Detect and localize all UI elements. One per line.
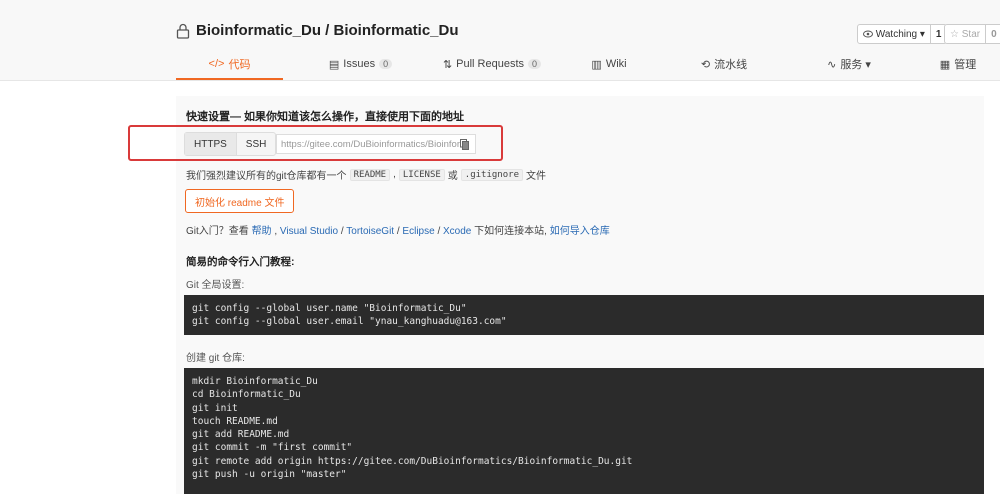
tab-pipeline[interactable]: ⟲ 流水线 [674,50,774,78]
intro-middle: 下如何连接本站, [474,226,547,237]
create-repo-label: 创建 git 仓库: [186,353,245,364]
star-label: Star [961,28,981,40]
tab-wiki-label: Wiki [605,58,627,70]
recommend-sep2: 或 [447,171,458,182]
url-highlight-box [128,125,503,161]
watch-label: Watching ▾ [875,28,925,40]
repo-header: Bioinformatic_Du / Bioinformatic_Du Watc… [0,0,1000,81]
tab-code-label: 代码 [228,59,251,71]
cli-tutorial-title: 简易的命令行入门教程: [186,256,295,268]
intro-slash-2: / [396,226,400,237]
repo-title-text[interactable]: Bioinformatic_Du / Bioinformatic_Du [196,22,459,39]
intro-prefix: Git入门？查看 [186,226,249,237]
tab-service-label: 服务 ▾ [840,59,871,71]
help-link[interactable]: 帮助 [252,226,272,237]
issues-icon: ▤ [328,58,340,71]
import-repo-link[interactable]: 如何导入仓库 [550,226,610,237]
global-settings-code: git config --global user.name "Bioinform… [184,295,984,335]
lock-icon [176,23,190,39]
eye-icon: Watching ▾ [858,25,930,43]
tab-wiki[interactable]: ▥ Wiki [564,50,654,78]
create-repo-code: mkdir Bioinformatic_Du cd Bioinformatic_… [184,368,984,494]
wiki-icon: ▥ [591,58,602,71]
global-settings-label: Git 全局设置: [186,280,245,291]
intro-slash-3: / [437,226,441,237]
recommend-prefix: 我们强烈建议所有的git仓库都有一个 [186,171,347,182]
service-icon: ∿ [827,58,837,71]
init-readme-button[interactable]: 初始化 readme 文件 [185,189,295,213]
star-icon: ☆ Star [945,25,985,43]
tab-issues-label: Issues [343,58,376,70]
star-button[interactable]: ☆ Star 0 [944,24,1000,44]
intro-sep: , [274,226,278,237]
tab-service[interactable]: ∿ 服务 ▾ [794,50,904,78]
recommend-suffix: 文件 [525,171,546,182]
recommend-sep1: , [393,169,396,180]
repo-tabs: </> 代码 ▤ Issues 0 ⇅ Pull Requests 0 ▥ Wi… [176,50,998,80]
watch-button[interactable]: Watching ▾ 1 [857,24,948,44]
settings-icon: ▦ [939,58,951,71]
issues-count-badge: 0 [379,59,393,69]
pipeline-icon: ⟲ [700,58,711,71]
tab-code[interactable]: </> 代码 [176,50,283,80]
readme-chip: README [349,168,391,181]
tab-pull-requests-label: Pull Requests [456,58,525,70]
pull-request-icon: ⇅ [442,58,453,71]
visual-studio-link[interactable]: Visual Studio [280,226,338,237]
git-intro-text: Git入门？查看 帮助 , Visual Studio / TortoiseGi… [186,222,610,237]
tab-issues[interactable]: ▤ Issues 0 [307,50,414,78]
star-count[interactable]: 0 [985,25,1000,43]
tab-settings-label: 管理 [954,59,977,71]
tab-settings[interactable]: ▦ 管理 [918,50,998,78]
pull-requests-count-badge: 0 [528,59,542,69]
code-icon: </> [208,58,225,70]
tortoisegit-link[interactable]: TortoiseGit [346,226,394,237]
tab-pipeline-label: 流水线 [714,59,748,71]
intro-slash-1: / [340,226,344,237]
tab-pull-requests[interactable]: ⇅ Pull Requests 0 [428,50,556,78]
license-chip: LICENSE [398,168,445,181]
repo-title[interactable]: Bioinformatic_Du / Bioinformatic_Du [176,22,459,39]
quick-setup-title: 快速设置— 如果你知道该怎么操作，直接使用下面的地址 [186,111,465,123]
recommend-text: 我们强烈建议所有的git仓库都有一个 README , LICENSE 或 .g… [186,167,546,182]
xcode-link[interactable]: Xcode [443,226,471,237]
eclipse-link[interactable]: Eclipse [402,226,434,237]
gitignore-chip: .gitignore [460,168,523,181]
